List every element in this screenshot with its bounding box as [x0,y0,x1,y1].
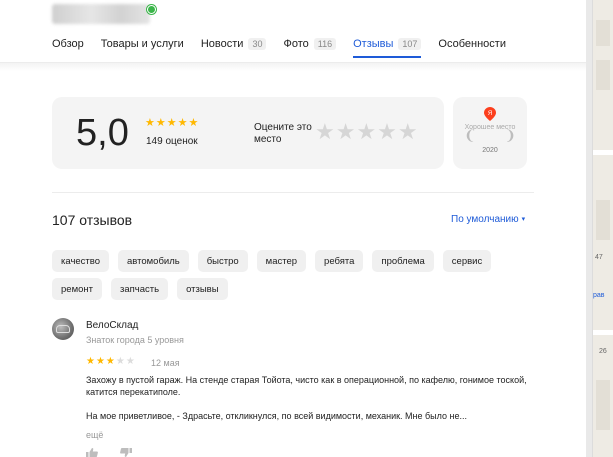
chip-master[interactable]: мастер [256,250,307,272]
organization-panel: Обзор Товары и услуги Новости 30 Фото 11… [0,0,592,457]
tab-reviews[interactable]: Отзывы 107 [353,38,422,58]
good-place-award-card[interactable]: Я ❨ ❩ Хорошее место 2020 [453,97,527,169]
reviews-heading: 107 отзывов [52,212,133,228]
map-building [596,20,610,46]
rating-value: 5,0 [76,112,129,154]
tab-reviews-label: Отзывы [353,38,394,50]
verified-badge-icon [147,5,156,14]
review-keyword-chips: качество автомобиль быстро мастер ребята… [52,250,522,300]
chip-reviews[interactable]: отзывы [177,278,228,300]
tab-goods-services[interactable]: Товары и услуги [101,38,184,50]
chip-quality[interactable]: качество [52,250,109,272]
tab-news-count: 30 [248,38,267,50]
review-date: 12 мая [151,358,180,368]
tab-reviews-count: 107 [398,38,422,50]
chip-service[interactable]: сервис [442,250,492,272]
thumbs-down-icon[interactable] [120,448,132,457]
thumbs-up-icon[interactable] [86,448,98,457]
chip-problem[interactable]: проблема [372,250,434,272]
review-paragraph: Захожу в пустой гараж. На стенде старая … [86,375,527,397]
author-level: Знаток города 5 уровня [86,335,184,345]
map-road [593,330,613,335]
review-stars-empty: ★★ [115,356,136,367]
chip-guys[interactable]: ребята [315,250,364,272]
chevron-down-icon: ▾ [521,216,526,223]
tab-features[interactable]: Особенности [438,38,506,50]
yandex-pin-icon: Я [484,107,496,121]
rating-summary-card: 5,0 ★★★★★ 149 оценок Оцените это место ★… [52,97,444,169]
map-building [596,380,610,430]
map-building [596,60,610,90]
map-road [593,150,613,155]
tab-photos-count: 116 [313,38,337,50]
map-area[interactable]: 47 рав 26 [592,0,613,457]
review-more-link[interactable]: ещё [86,430,103,440]
map-label: рав [593,292,605,299]
tab-photos[interactable]: Фото 116 [283,38,337,50]
map-label: 47 [595,254,603,261]
tab-bar: Обзор Товары и услуги Новости 30 Фото 11… [52,38,506,58]
review-text: Захожу в пустой гараж. На стенде старая … [86,374,538,434]
review-stars-filled: ★★★ [86,356,116,367]
review-rating-stars: ★★★★★ [86,356,136,367]
chip-repair[interactable]: ремонт [52,278,102,300]
tab-goods-services-label: Товары и услуги [100,38,184,50]
rating-count: 149 оценок [146,136,198,147]
bicycle-icon [56,325,70,333]
tab-overview-label: Обзор [52,38,84,50]
section-divider [52,192,534,193]
yandex-logo-letter: Я [488,111,492,117]
header-shadow [0,63,592,71]
chip-spare-part[interactable]: запчасть [110,278,169,300]
badge-text: Хорошее место [464,124,516,131]
tab-news[interactable]: Новости 30 [201,38,267,50]
tab-features-label: Особенности [438,38,506,50]
tab-news-label: Новости [200,38,244,50]
sort-label: По умолчанию [451,214,519,225]
review-paragraph: На мое приветливое, - Здрасьте, откликну… [86,411,467,421]
chip-car[interactable]: автомобиль [118,250,189,272]
organization-title-blurred [52,4,150,24]
chip-fast[interactable]: быстро [197,250,248,272]
author-avatar[interactable] [52,318,74,340]
sort-dropdown[interactable]: По умолчанию ▾ [451,214,525,225]
tab-overview[interactable]: Обзор [52,38,84,50]
rating-stars: ★★★★★ [145,117,200,129]
badge-year: 2020 [482,147,498,154]
tab-photos-label: Фото [283,38,309,50]
map-building [596,200,610,240]
author-name[interactable]: ВелоСклад [86,320,138,331]
rate-stars-input[interactable]: ★★★★★ [315,119,419,145]
rate-place-prompt: Оцените это место [254,122,312,145]
map-label: 26 [599,348,607,355]
